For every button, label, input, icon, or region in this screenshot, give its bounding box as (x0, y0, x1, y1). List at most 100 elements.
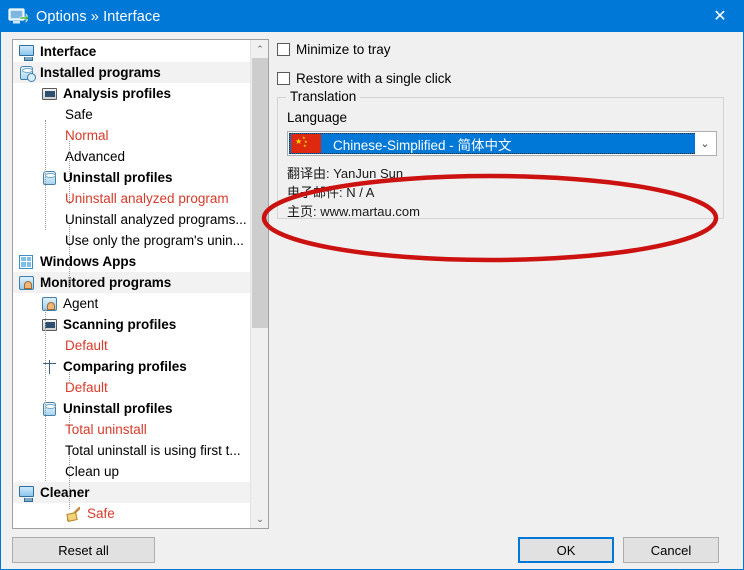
tree-item[interactable]: Agent (13, 293, 251, 314)
tree-item-label: Total uninstall is using first t... (65, 442, 241, 458)
scroll-down-icon[interactable]: ⌄ (251, 510, 268, 528)
tree-item[interactable]: Comparing profiles (13, 356, 251, 377)
bin-icon (41, 170, 58, 186)
screen-icon (41, 86, 58, 102)
tree-item[interactable]: Cleaner (13, 482, 251, 503)
tree-connector-line (69, 141, 70, 204)
language-combobox[interactable]: ★ ★ ★ ★ Chinese-Simplified - 简体中文 ⌄ (287, 131, 717, 156)
scale-icon (41, 359, 58, 375)
scroll-up-icon[interactable]: ⌃ (251, 40, 268, 58)
tree-item-label: Cleaner (40, 484, 90, 500)
tree-connector-line (69, 456, 70, 509)
tree-item-label: Comparing profiles (63, 358, 187, 374)
tree-item-label: Advanced (65, 148, 126, 164)
tree-connector-line (69, 225, 70, 288)
tree-vertical-scrollbar[interactable]: ⌃ ⌄ (250, 40, 268, 528)
tree-item-label: Windows Apps (40, 253, 137, 269)
restore-single-click-checkbox[interactable] (277, 71, 290, 85)
tree-item[interactable]: Uninstall analyzed programs... (13, 209, 251, 230)
tree-items-container: Interface Installed programs Analysis prof… (13, 40, 251, 528)
bin-gear-icon (18, 65, 36, 82)
minimize-to-tray-label: Minimize to tray (296, 41, 391, 57)
window-title: Options » Interface (36, 8, 161, 25)
tree-item[interactable]: Default (13, 377, 251, 398)
tree-item[interactable]: Windows Apps (13, 251, 251, 272)
tree-item-label: Total uninstall (65, 421, 147, 437)
tree-connector-line (69, 372, 70, 383)
close-icon[interactable]: ✕ (697, 1, 743, 32)
language-combobox-selection[interactable]: ★ ★ ★ ★ Chinese-Simplified - 简体中文 (289, 133, 697, 154)
options-pane: Minimize to tray Restore with a single c… (261, 39, 732, 263)
site-watermark: ITMOP.COM (611, 565, 744, 570)
truck-icon (18, 527, 35, 529)
tree-item[interactable]: Uninstall profiles (13, 167, 251, 188)
reset-all-button[interactable]: Reset all (12, 537, 155, 563)
checkbox-row-restore-single-click[interactable]: Restore with a single click (277, 68, 732, 88)
translation-credits: 翻译由: YanJun Sun 电子邮件: N / A 主页: www.mart… (287, 164, 420, 221)
translation-legend: Translation (286, 89, 361, 104)
tree-item-label: Agent (63, 295, 99, 311)
translator-line: 翻译由: YanJun Sun (287, 166, 404, 181)
bin-icon (41, 401, 58, 417)
person-icon (18, 275, 35, 291)
tree-item[interactable]: Total uninstall is using first t... (13, 440, 251, 461)
broom-icon (65, 506, 82, 522)
tree-item[interactable]: Clean up (13, 461, 251, 482)
window-icon (8, 7, 30, 26)
tree-item-label: Uninstall analyzed program (65, 190, 229, 206)
tree-item[interactable]: Analysis profiles (13, 83, 251, 104)
tree-item[interactable]: Interface (13, 41, 251, 62)
selected-language-text: Chinese-Simplified - 简体中文 (333, 137, 512, 153)
tree-item[interactable]: Normal (13, 125, 251, 146)
tree-item[interactable]: Default (13, 335, 251, 356)
china-flag-icon: ★ ★ ★ ★ (291, 134, 321, 153)
options-dialog: Options » Interface ✕ Interface Installed… (0, 0, 744, 570)
tree-item-label: Normal (65, 127, 109, 143)
tree-connector-line (45, 309, 46, 481)
tree-item[interactable]: Monitored programs (13, 272, 251, 293)
tree-item[interactable]: Safe (13, 104, 251, 125)
email-line: 电子邮件: N / A (287, 185, 375, 200)
monitor-icon (18, 44, 35, 61)
watermark-part-1: I (611, 563, 620, 570)
scrollbar-thumb[interactable] (252, 58, 268, 328)
tree-item[interactable]: Auto-run manager (13, 524, 251, 529)
tree-item[interactable]: Installed programs (13, 62, 251, 83)
tree-item[interactable]: Safe (13, 503, 251, 524)
tree-item-label: Default (65, 337, 108, 353)
tree-item-label: Interface (40, 43, 97, 59)
minimize-to-tray-checkbox[interactable] (277, 42, 290, 56)
flag-star-small-3: ★ (303, 143, 307, 148)
navigation-tree[interactable]: Interface Installed programs Analysis prof… (12, 39, 269, 529)
tree-item-label: Analysis profiles (63, 85, 172, 101)
client-area: Interface Installed programs Analysis prof… (1, 32, 744, 570)
tree-item-label: Uninstall profiles (63, 169, 173, 185)
screen-icon (41, 317, 58, 333)
tree-item-label: Monitored programs (40, 274, 172, 290)
monitor-icon (18, 485, 35, 502)
tree-item-label: Scanning profiles (63, 316, 177, 332)
restore-single-click-label: Restore with a single click (296, 70, 452, 86)
person-icon (41, 296, 58, 312)
tree-item-label: Uninstall analyzed programs... (65, 211, 247, 227)
tree-item[interactable]: Uninstall analyzed program (13, 188, 251, 209)
tree-item-label: Auto-run manager (40, 528, 157, 529)
tree-item[interactable]: Total uninstall (13, 419, 251, 440)
tree-item-label: Default (65, 379, 108, 395)
tree-item[interactable]: Advanced (13, 146, 251, 167)
tree-item-label: Installed programs (40, 64, 161, 80)
tree-connector-line (45, 120, 46, 230)
ok-button[interactable]: OK (518, 537, 614, 563)
tree-item[interactable]: Scanning profiles (13, 314, 251, 335)
tree-item-label: Uninstall profiles (63, 400, 173, 416)
homepage-line: 主页: www.martau.com (287, 204, 420, 219)
apps-icon (18, 254, 35, 270)
tree-item[interactable]: Uninstall profiles (13, 398, 251, 419)
checkbox-row-minimize-to-tray[interactable]: Minimize to tray (277, 39, 732, 59)
tree-item-label: Clean up (65, 463, 120, 479)
chevron-down-icon[interactable]: ⌄ (695, 133, 715, 154)
title-bar: Options » Interface ✕ (1, 1, 743, 32)
language-label: Language (287, 110, 348, 125)
cancel-button[interactable]: Cancel (623, 537, 719, 563)
tree-item[interactable]: Use only the program's unin... (13, 230, 251, 251)
